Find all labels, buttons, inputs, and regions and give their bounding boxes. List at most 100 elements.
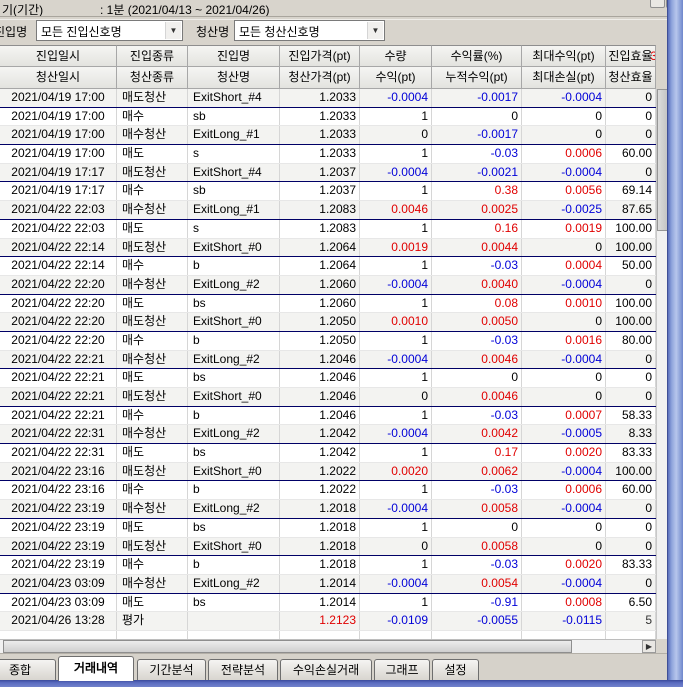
cell-entry-datetime: 2021/04/19 17:17 bbox=[0, 164, 117, 182]
cell-entry-name: b bbox=[188, 407, 280, 425]
cell-entry-price: 1.2033 bbox=[280, 145, 360, 163]
column-subheader-entry-datetime[interactable]: 청산일시 bbox=[0, 67, 117, 89]
cell-max-profit-loss: 0.0010 bbox=[522, 295, 606, 313]
table-row[interactable]: 2021/04/19 17:00매도청산ExitShort_#41.2033-0… bbox=[0, 89, 656, 108]
table-row[interactable]: 2021/04/22 22:21매도청산ExitShort_#01.204600… bbox=[0, 388, 656, 407]
column-header-entry-name[interactable]: 진입명 bbox=[188, 45, 280, 67]
column-subheader-profit-rate[interactable]: 누적수익(pt) bbox=[432, 67, 522, 89]
table-row[interactable]: 2021/04/22 22:03매수청산ExitLong_#11.20830.0… bbox=[0, 201, 656, 220]
cell-entry-type: 매도청산 bbox=[117, 164, 188, 182]
horizontal-scrollbar[interactable]: ▶ bbox=[0, 639, 656, 653]
table-row[interactable]: 2021/04/22 22:21매도bs1.20461000 bbox=[0, 369, 656, 388]
column-header-entry-price[interactable]: 진입가격(pt) bbox=[280, 45, 360, 67]
table-row[interactable]: 2021/04/23 03:09매도bs1.20141-0.910.00086.… bbox=[0, 594, 656, 613]
cell-entry-datetime: 2021/04/22 22:21 bbox=[0, 407, 117, 425]
table-row[interactable]: 2021/04/22 22:31매수청산ExitLong_#21.2042-0.… bbox=[0, 425, 656, 444]
tab-settings[interactable]: 설정 bbox=[432, 659, 479, 680]
cell-max-profit-loss: 0.0004 bbox=[522, 257, 606, 275]
table-row[interactable]: 2021/04/22 22:20매수b1.20501-0.030.001680.… bbox=[0, 332, 656, 351]
table-row[interactable]: 2021/04/19 17:00매도s1.20331-0.030.000660.… bbox=[0, 145, 656, 164]
column-subheader-max-profit-loss[interactable]: 최대손실(pt) bbox=[522, 67, 606, 89]
minimize-button[interactable] bbox=[650, 0, 665, 8]
cell-entry-type: 매수 bbox=[117, 556, 188, 574]
table-row[interactable]: 2021/04/22 22:21매수b1.20461-0.030.000758.… bbox=[0, 407, 656, 426]
table-row[interactable]: 2021/04/22 23:19매수b1.20181-0.030.002083.… bbox=[0, 556, 656, 575]
cell-entry-efficiency: 0 bbox=[606, 351, 656, 369]
table-row[interactable]: 2021/04/22 22:14매도청산ExitShort_#01.20640.… bbox=[0, 239, 656, 258]
cell-entry-datetime: 2021/04/23 03:09 bbox=[0, 575, 117, 593]
entry-signal-select[interactable]: 모든 진입신호명 ▼ bbox=[36, 20, 183, 41]
column-subheader-entry-price[interactable]: 청산가격(pt) bbox=[280, 67, 360, 89]
tab-period-analysis[interactable]: 기간분석 bbox=[137, 659, 206, 680]
cell-entry-efficiency: 0 bbox=[606, 538, 656, 556]
cell-profit-rate: -0.91 bbox=[432, 594, 522, 612]
cell-max-profit-loss: -0.0004 bbox=[522, 89, 606, 107]
cell-max-profit-loss: 0 bbox=[522, 126, 606, 144]
column-subheader-entry-efficiency[interactable]: 청산효율 bbox=[606, 67, 656, 89]
tab-graph[interactable]: 그래프 bbox=[374, 659, 430, 680]
table-row[interactable]: 2021/04/22 22:20매수청산ExitLong_#21.2060-0.… bbox=[0, 276, 656, 295]
filter-bar: 진입명 모든 진입신호명 ▼ 청산명 모든 청산신호명 ▼ bbox=[0, 18, 668, 45]
table-row[interactable]: 2021/04/22 22:21매수청산ExitLong_#21.2046-0.… bbox=[0, 351, 656, 370]
table-row[interactable]: 2021/04/26 13:28평가1.2123-0.0109-0.0055-0… bbox=[0, 612, 656, 631]
table-row[interactable]: 2021/04/22 23:19매도청산ExitShort_#01.201800… bbox=[0, 538, 656, 557]
cell-max-profit-loss: 0 bbox=[522, 538, 606, 556]
column-header-profit-rate[interactable]: 수익률(%) bbox=[432, 45, 522, 67]
cell-entry-type: 매수청산 bbox=[117, 126, 188, 144]
table-row[interactable]: 2021/04/22 22:20매도청산ExitShort_#01.20500.… bbox=[0, 313, 656, 332]
cell-entry-efficiency: 58.33 bbox=[606, 407, 656, 425]
table-row[interactable]: 2021/04/19 17:00매수sb1.20331000 bbox=[0, 108, 656, 127]
cell-entry-efficiency: 83.33 bbox=[606, 556, 656, 574]
table-row[interactable]: 2021/04/22 22:20매도bs1.206010.080.0010100… bbox=[0, 295, 656, 314]
entry-signal-value: 모든 진입신호명 bbox=[41, 23, 122, 40]
table-row[interactable]: 2021/04/22 23:16매도청산ExitShort_#01.20220.… bbox=[0, 463, 656, 482]
cell-profit-rate: -0.03 bbox=[432, 407, 522, 425]
cell-max-profit-loss: 0.0056 bbox=[522, 182, 606, 200]
column-subheader-entry-name[interactable]: 청산명 bbox=[188, 67, 280, 89]
exit-signal-value: 모든 청산신호명 bbox=[239, 23, 320, 40]
cell-entry-name: bs bbox=[188, 519, 280, 537]
table-row[interactable]: 2021/04/22 22:03매도s1.208310.160.0019100.… bbox=[0, 220, 656, 239]
cell-entry-price: 1.2083 bbox=[280, 220, 360, 238]
tab-trade-history[interactable]: 거래내역 bbox=[58, 656, 134, 681]
cell-entry-type: 매도 bbox=[117, 444, 188, 462]
cell-profit-rate: 0.0058 bbox=[432, 538, 522, 556]
exit-signal-label: 청산명 bbox=[196, 23, 229, 40]
cell-max-profit-loss: -0.0004 bbox=[522, 500, 606, 518]
cell-max-profit-loss: -0.0004 bbox=[522, 276, 606, 294]
exit-signal-select[interactable]: 모든 청산신호명 ▼ bbox=[234, 20, 385, 41]
column-header-entry-efficiency[interactable]: 진입효율3 bbox=[606, 45, 656, 67]
cell-entry-name: ExitShort_#4 bbox=[188, 89, 280, 107]
table-row[interactable]: 2021/04/22 23:19매수청산ExitLong_#21.2018-0.… bbox=[0, 500, 656, 519]
empty-cell bbox=[188, 631, 280, 639]
cell-entry-name: bs bbox=[188, 594, 280, 612]
cell-entry-name: b bbox=[188, 332, 280, 350]
column-header-entry-type[interactable]: 진입종류 bbox=[117, 45, 188, 67]
table-row[interactable]: 2021/04/22 23:16매수b1.20221-0.030.000660.… bbox=[0, 481, 656, 500]
table-row[interactable]: 2021/04/22 23:19매도bs1.20181000 bbox=[0, 519, 656, 538]
table-row[interactable]: 2021/04/19 17:17매도청산ExitShort_#41.2037-0… bbox=[0, 164, 656, 183]
table-row[interactable]: 2021/04/23 03:09매수청산ExitLong_#21.2014-0.… bbox=[0, 575, 656, 594]
tab-strategy-analysis[interactable]: 전략분석 bbox=[208, 659, 278, 680]
chevron-down-icon[interactable]: ▼ bbox=[165, 22, 181, 39]
table-row[interactable]: 2021/04/19 17:17매수sb1.203710.380.005669.… bbox=[0, 182, 656, 201]
cell-entry-efficiency: 0 bbox=[606, 388, 656, 406]
column-subheader-entry-type[interactable]: 청산종류 bbox=[117, 67, 188, 89]
column-header-max-profit-loss[interactable]: 최대수익(pt) bbox=[522, 45, 606, 67]
cell-quantity-profit: -0.0004 bbox=[360, 164, 432, 182]
column-header-quantity-profit[interactable]: 수량 bbox=[360, 45, 432, 67]
horizontal-scrollbar-thumb[interactable] bbox=[3, 640, 572, 653]
cell-entry-datetime: 2021/04/22 23:19 bbox=[0, 500, 117, 518]
table-row[interactable]: 2021/04/22 22:14매수b1.20641-0.030.000450.… bbox=[0, 257, 656, 276]
tab-overall[interactable]: 종합 bbox=[0, 659, 56, 680]
cell-entry-name: ExitShort_#0 bbox=[188, 388, 280, 406]
tab-profit-loss-trades[interactable]: 수익손실거래 bbox=[280, 659, 372, 680]
cell-entry-efficiency: 8.33 bbox=[606, 425, 656, 443]
chevron-down-icon[interactable]: ▼ bbox=[367, 22, 383, 39]
scroll-right-arrow-icon[interactable]: ▶ bbox=[642, 640, 656, 653]
table-row[interactable]: 2021/04/22 22:31매도bs1.204210.170.002083.… bbox=[0, 444, 656, 463]
table-row[interactable]: 2021/04/19 17:00매수청산ExitLong_#11.20330-0… bbox=[0, 126, 656, 145]
cell-entry-datetime: 2021/04/22 22:14 bbox=[0, 239, 117, 257]
column-subheader-quantity-profit[interactable]: 수익(pt) bbox=[360, 67, 432, 89]
column-header-entry-datetime[interactable]: 진입일시 bbox=[0, 45, 117, 67]
